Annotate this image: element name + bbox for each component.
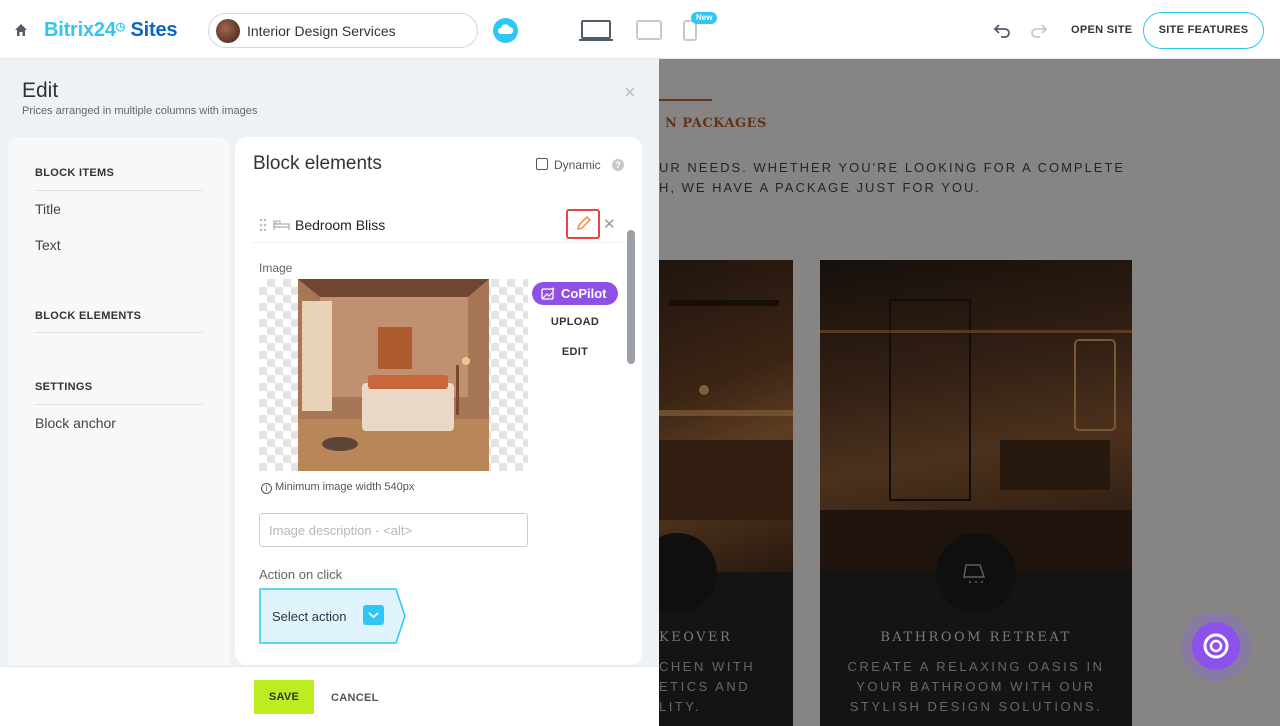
sidebar-item-title[interactable]: Title [35,201,61,217]
drag-handle-icon[interactable] [259,218,267,232]
divider [35,190,203,191]
desktop-view-icon[interactable] [579,20,613,42]
dynamic-label[interactable]: Dynamic [554,158,601,172]
panel-subtitle: Prices arranged in multiple columns with… [22,105,258,117]
min-width-text: Minimum image width 540px [275,481,415,493]
panel-title: Edit [22,79,59,102]
bed-icon [273,220,290,230]
sidebar-item-block-anchor[interactable]: Block anchor [35,415,116,431]
home-icon[interactable] [14,23,28,37]
site-features-button[interactable]: SITE FEATURES [1143,12,1264,49]
bedroom-photo [298,279,489,471]
copilot-label: CoPilot [561,286,607,301]
divider [35,404,203,405]
copilot-floating-button[interactable] [1181,611,1251,681]
undo-icon[interactable] [993,21,1011,39]
logo-sites: Sites [130,19,178,41]
image-alt-input[interactable] [259,513,528,547]
cloud-glyph [498,24,514,34]
min-width-note: i Minimum image width 540px [261,481,414,494]
save-button[interactable]: SAVE [254,680,314,714]
panel-footer: SAVE CANCEL [0,666,659,726]
block-elements-content: Block elements Dynamic ? Bedroom Bliss ✕… [235,137,642,665]
element-item-title: Bedroom Bliss [295,217,386,233]
close-icon[interactable]: × [624,83,636,103]
edit-panel: Edit Prices arranged in multiple columns… [0,59,659,726]
pencil-icon [577,216,591,230]
site-name: Interior Design Services [247,23,396,39]
cancel-button[interactable]: CANCEL [331,692,379,704]
open-site-link[interactable]: OPEN SITE [1071,24,1132,36]
bitrix24-sites-logo[interactable]: Bitrix24◷ Sites [44,19,178,42]
tablet-view-icon[interactable] [636,20,662,40]
redo-icon[interactable] [1030,21,1048,39]
info-icon: i [261,483,272,494]
action-select-value: Select action [272,609,347,624]
remove-item-icon[interactable]: ✕ [603,215,616,233]
new-badge: New [691,12,718,24]
sidebar-item-text[interactable]: Text [35,237,61,253]
divider [253,242,623,243]
chevron-glyph [368,612,379,619]
copilot-image-icon [541,287,555,300]
upload-button[interactable]: UPLOAD [532,316,618,328]
action-on-click-label: Action on click [259,567,343,582]
logo-brand: Bitrix24 [44,19,116,41]
copilot-floating-inner [1192,622,1240,670]
scrollbar-thumb[interactable] [627,230,635,364]
block-elements-header[interactable]: BLOCK ELEMENTS [35,310,141,322]
site-thumbnail [216,19,240,43]
help-icon[interactable]: ? [612,159,624,171]
top-bar: Bitrix24◷ Sites Interior Design Services… [0,0,1280,59]
bedroom-illustration [298,279,489,471]
edit-item-button[interactable] [566,209,600,239]
image-label: Image [259,261,293,275]
chevron-down-icon[interactable] [363,605,384,625]
copilot-icon [1203,633,1229,659]
clock-icon: ◷ [115,21,126,33]
dynamic-checkbox[interactable] [536,158,548,170]
site-selector[interactable]: Interior Design Services [208,13,478,48]
edit-image-button[interactable]: EDIT [532,346,618,358]
image-preview[interactable] [259,279,528,471]
settings-header: SETTINGS [35,381,93,393]
block-elements-title: Block elements [253,153,382,174]
copilot-button[interactable]: CoPilot [532,282,618,305]
block-sidebar: BLOCK ITEMS Title Text BLOCK ELEMENTS SE… [8,137,230,677]
action-select[interactable]: Select action [259,588,407,644]
divider [35,332,203,333]
block-items-header: BLOCK ITEMS [35,167,115,179]
cloud-icon[interactable] [493,18,518,43]
